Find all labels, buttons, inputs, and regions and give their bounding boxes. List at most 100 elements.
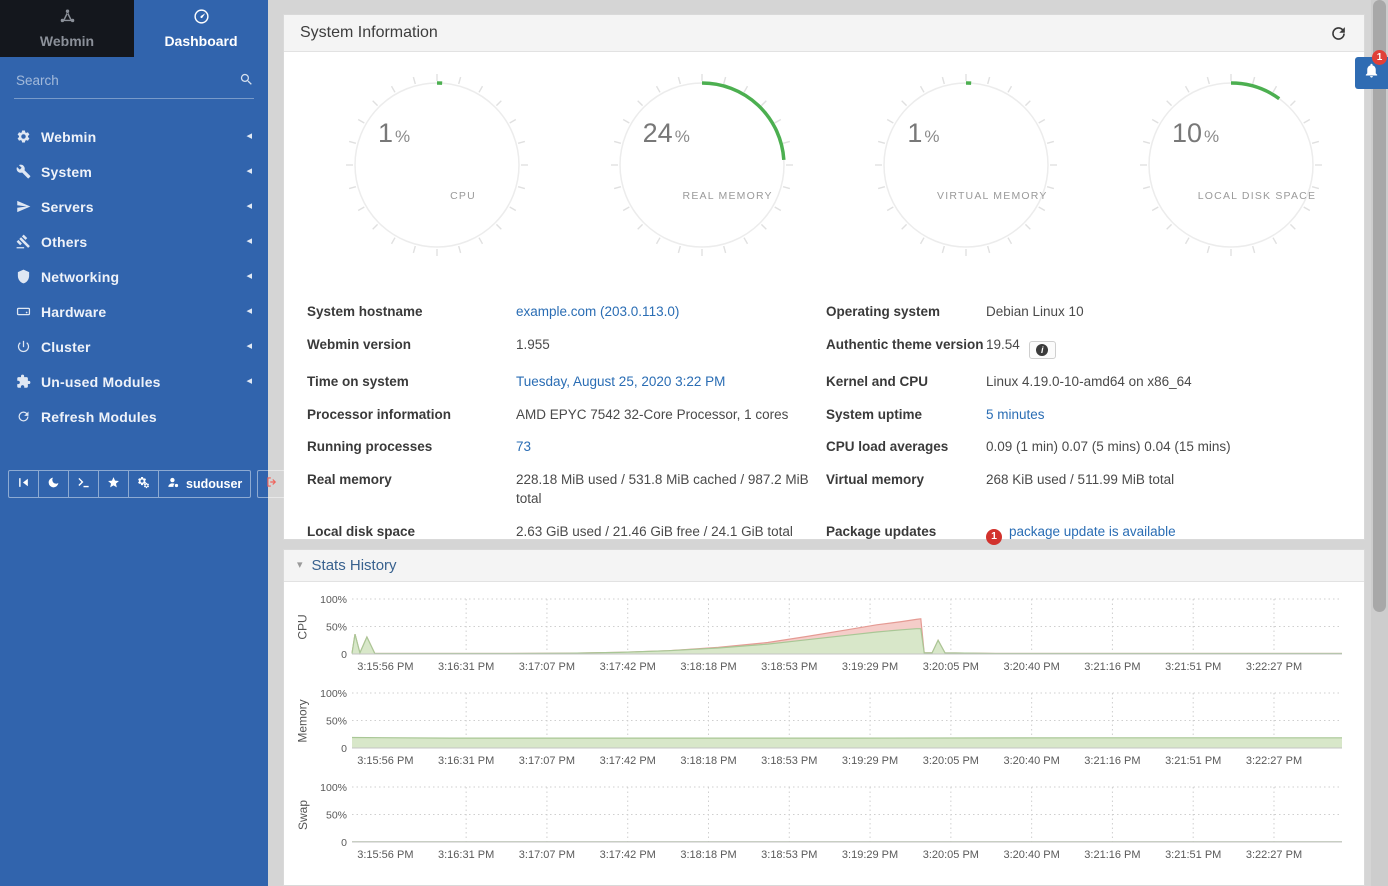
search-input[interactable]: [14, 72, 229, 89]
gauge-value: 24%: [643, 118, 690, 149]
terminal-button[interactable]: [69, 471, 99, 497]
gauge-value: 1%: [378, 118, 410, 149]
night-mode-button[interactable]: [39, 471, 69, 497]
favorites-button[interactable]: [99, 471, 129, 497]
info-value: 19.54 i: [986, 329, 1326, 367]
gauge-label: CPU: [344, 190, 582, 202]
svg-text:3:17:07 PM: 3:17:07 PM: [519, 661, 575, 673]
logout-button[interactable]: [257, 470, 287, 498]
chevron-left-icon: ◂: [246, 376, 252, 387]
gauge-label: LOCAL DISK SPACE: [1138, 190, 1376, 202]
info-label: Webmin version: [307, 329, 516, 367]
update-count-badge: 1: [986, 529, 1002, 545]
info-label: Local disk space: [307, 516, 516, 552]
svg-text:3:16:31 PM: 3:16:31 PM: [438, 849, 494, 861]
gear-icon: [16, 129, 31, 144]
sidebar-item-webmin[interactable]: Webmin◂: [0, 119, 268, 154]
scrollbar-thumb[interactable]: [1373, 0, 1386, 612]
chevron-left-icon: ◂: [246, 236, 252, 247]
svg-text:3:17:42 PM: 3:17:42 PM: [600, 755, 656, 767]
info-value[interactable]: 5 minutes: [986, 399, 1326, 432]
notifications-button[interactable]: 1: [1355, 57, 1388, 89]
svg-text:100%: 100%: [320, 596, 347, 606]
sidebar-item-label: Hardware: [41, 304, 246, 320]
sidebar-item-cluster[interactable]: Cluster◂: [0, 329, 268, 364]
stats-history-header: ▾ Stats History: [284, 550, 1364, 582]
sidebar-item-others[interactable]: Others◂: [0, 224, 268, 259]
svg-text:100%: 100%: [320, 690, 347, 700]
theme-settings-button[interactable]: [129, 471, 159, 497]
collapse-sidebar-button[interactable]: [9, 471, 39, 497]
chevron-left-icon: ◂: [246, 306, 252, 317]
gauge-virtual-memory: 1%VIRTUAL MEMORY: [873, 72, 1059, 258]
user-menu-button[interactable]: sudouser: [159, 471, 250, 497]
info-value[interactable]: 1 package update is available: [986, 516, 1326, 552]
stats-history-title[interactable]: Stats History: [312, 557, 397, 574]
chart-cpu: CPU100%50%03:15:56 PM3:16:31 PM3:17:07 P…: [294, 596, 1364, 676]
gauge-value: 1%: [907, 118, 939, 149]
sidebar-item-refresh-modules[interactable]: Refresh Modules: [0, 399, 268, 434]
user-icon: [167, 476, 180, 492]
hard-drive-icon: [16, 304, 31, 319]
sidebar-item-servers[interactable]: Servers◂: [0, 189, 268, 224]
logout-icon: [265, 475, 279, 494]
info-link[interactable]: Tuesday, August 25, 2020 3:22 PM: [516, 374, 725, 389]
sidebar-tabs: Webmin Dashboard: [0, 0, 268, 57]
svg-text:3:22:27 PM: 3:22:27 PM: [1246, 755, 1302, 767]
info-label: Operating system: [826, 296, 986, 329]
info-text: 228.18 MiB used / 531.8 MiB cached / 987…: [516, 472, 809, 507]
system-info-table: System hostnameexample.com (203.0.113.0)…: [307, 296, 1326, 552]
info-text: 19.54: [986, 337, 1020, 352]
sidebar-item-networking[interactable]: Networking◂: [0, 259, 268, 294]
svg-text:3:21:16 PM: 3:21:16 PM: [1084, 849, 1140, 861]
tab-dashboard[interactable]: Dashboard: [134, 0, 268, 57]
terminal-icon: [77, 476, 90, 492]
webmin-logo-icon: [59, 8, 76, 30]
svg-text:3:20:05 PM: 3:20:05 PM: [923, 755, 979, 767]
moon-icon: [47, 476, 60, 492]
svg-text:3:16:31 PM: 3:16:31 PM: [438, 755, 494, 767]
collapse-caret-icon[interactable]: ▾: [297, 560, 303, 571]
chevron-left-icon: ◂: [246, 166, 252, 177]
info-value[interactable]: Tuesday, August 25, 2020 3:22 PM: [516, 366, 826, 399]
svg-text:3:15:56 PM: 3:15:56 PM: [357, 661, 413, 673]
info-link[interactable]: example.com (203.0.113.0): [516, 304, 679, 319]
refresh-icon: [16, 409, 31, 424]
info-label: Virtual memory: [826, 464, 986, 516]
sidebar-item-hardware[interactable]: Hardware◂: [0, 294, 268, 329]
collapse-icon: [17, 476, 30, 492]
search-icon[interactable]: [239, 72, 254, 87]
sidebar-item-label: Cluster: [41, 339, 246, 355]
notifications-badge: 1: [1372, 50, 1387, 65]
svg-text:3:21:16 PM: 3:21:16 PM: [1084, 755, 1140, 767]
system-information-panel: System Information 1%CPU24%REAL MEMORY1%…: [283, 14, 1365, 540]
info-value: Debian Linux 10: [986, 296, 1326, 329]
info-link[interactable]: package update is available: [1009, 524, 1176, 539]
star-icon: [107, 476, 120, 492]
info-link[interactable]: 5 minutes: [986, 407, 1045, 422]
tab-webmin[interactable]: Webmin: [0, 0, 134, 57]
info-text: 268 KiB used / 511.99 MiB total: [986, 472, 1174, 487]
info-value: 0.09 (1 min) 0.07 (5 mins) 0.04 (15 mins…: [986, 431, 1326, 464]
info-value[interactable]: example.com (203.0.113.0): [516, 296, 826, 329]
info-text: Debian Linux 10: [986, 304, 1084, 319]
svg-text:50%: 50%: [326, 716, 347, 728]
info-link[interactable]: 73: [516, 439, 531, 454]
chart-ylabel: CPU: [294, 596, 312, 658]
info-label: Time on system: [307, 366, 516, 399]
sidebar-item-un-used-modules[interactable]: Un-used Modules◂: [0, 364, 268, 399]
tab-webmin-label: Webmin: [40, 33, 94, 49]
svg-text:3:18:18 PM: 3:18:18 PM: [680, 755, 736, 767]
sidebar-item-system[interactable]: System◂: [0, 154, 268, 189]
refresh-page-icon[interactable]: [1329, 24, 1348, 43]
info-text: 1.955: [516, 337, 550, 352]
info-label: Kernel and CPU: [826, 366, 986, 399]
svg-text:3:21:16 PM: 3:21:16 PM: [1084, 661, 1140, 673]
info-value: 1.955: [516, 329, 826, 367]
info-value[interactable]: 73: [516, 431, 826, 464]
svg-text:3:20:40 PM: 3:20:40 PM: [1004, 755, 1060, 767]
info-label: CPU load averages: [826, 431, 986, 464]
gauge-value: 10%: [1172, 118, 1219, 149]
theme-info-button[interactable]: i: [1029, 341, 1056, 359]
info-text: Linux 4.19.0-10-amd64 on x86_64: [986, 374, 1192, 389]
